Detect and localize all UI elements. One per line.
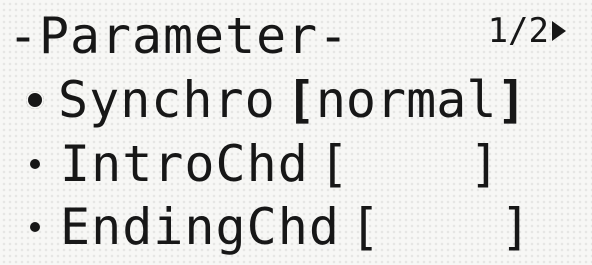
value-bracket-close: ] — [469, 135, 500, 193]
value-bracket-close: ] — [500, 198, 531, 256]
bullet-icon — [30, 159, 40, 169]
page-indicator: 1/2 — [487, 11, 549, 51]
menu-item-label: Synchro — [58, 71, 276, 129]
menu-item-introchd[interactable]: IntroChd [ ] — [0, 136, 499, 192]
menu-item-label: EndingChd — [60, 198, 340, 256]
value-bracket-close: ] — [496, 71, 527, 129]
menu-item-endingchd[interactable]: EndingChd [ ] — [0, 199, 531, 255]
menu-item-label: IntroChd — [60, 135, 309, 193]
value-bracket-open: [ — [318, 135, 349, 193]
page-indicator-group: 1/2 — [488, 14, 566, 48]
menu-item-value[interactable]: normal — [316, 75, 497, 125]
selected-bullet-icon — [26, 91, 44, 109]
bullet-icon — [30, 222, 40, 232]
lcd-screen: -Parameter- 1/2 Synchro [ normal ] Intro… — [0, 0, 592, 265]
value-bracket-open: [ — [285, 71, 316, 129]
menu-item-synchro[interactable]: Synchro [ normal ] — [0, 72, 527, 128]
menu-item-value[interactable] — [380, 202, 500, 252]
screen-title: -Parameter- — [8, 7, 350, 65]
menu-item-value[interactable] — [349, 139, 469, 189]
value-bracket-open: [ — [349, 198, 381, 256]
next-page-arrow-icon[interactable] — [552, 21, 566, 41]
